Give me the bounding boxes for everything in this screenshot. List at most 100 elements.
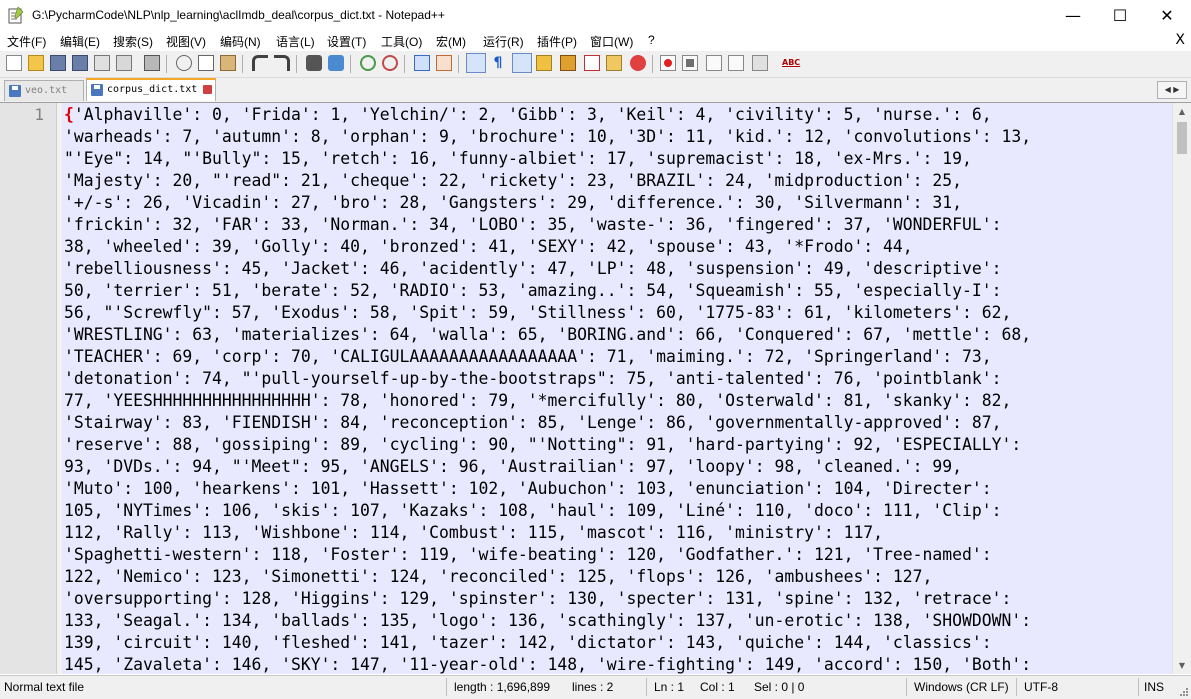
menu-edit[interactable]: 编辑(E) [60,33,100,50]
save-all-icon[interactable] [72,55,88,71]
editor-line[interactable]: 'warheads': 7, 'autumn': 8, 'orphan': 9,… [64,126,1164,148]
editor-line[interactable]: 'Majesty': 20, "'read": 21, 'cheque': 22… [64,170,1164,192]
menu-run[interactable]: 运行(R) [483,33,524,50]
stop-record-icon[interactable] [682,55,698,71]
zoom-in-icon[interactable] [360,55,376,71]
close-button[interactable]: ✕ [1144,0,1190,31]
record-macro-icon[interactable] [660,55,676,71]
status-insert-mode[interactable]: INS [1144,680,1164,694]
editor-line[interactable]: 38, 'wheeled': 39, 'Golly': 40, 'bronzed… [64,236,1164,258]
editor-line[interactable]: 93, 'DVDs.': 94, "'Meet": 95, 'ANGELS': … [64,456,1164,478]
menu-encoding[interactable]: 编码(N) [220,33,261,50]
scroll-down-icon[interactable]: ▼ [1173,657,1191,674]
editor-line[interactable]: 105, 'NYTimes': 106, 'skis': 107, 'Kazak… [64,500,1164,522]
menu-language[interactable]: 语言(L) [276,33,315,50]
editor-line[interactable]: 'detonation': 74, "'pull-yourself-up-by-… [64,368,1164,390]
editor-line[interactable]: 139, 'circuit': 140, 'fleshed': 141, 'ta… [64,632,1164,654]
spell-check-icon[interactable]: ABC [782,55,802,71]
editor-line[interactable]: {'Alphaville': 0, 'Frida': 1, 'Yelchin/'… [64,104,1164,126]
menu-help[interactable]: ? [648,33,655,47]
editor-line[interactable]: 'frickin': 32, 'FAR': 33, 'Norman.': 34,… [64,214,1164,236]
sync-horizontal-icon[interactable] [436,55,452,71]
title-bar: G:\PycharmCode\NLP\nlp_learning\aclImdb_… [0,0,1191,31]
editor-line[interactable]: 'reserve': 88, 'gossiping': 89, 'cycling… [64,434,1164,456]
menu-plugins[interactable]: 插件(P) [537,33,577,50]
status-separator [906,678,907,696]
editor-line[interactable]: 'Spaghetti-western': 118, 'Foster': 119,… [64,544,1164,566]
line-number: 1 [34,105,44,124]
new-file-icon[interactable] [6,55,22,71]
editor-line[interactable]: 77, 'YEESHHHHHHHHHHHHHHHH': 78, 'honored… [64,390,1164,412]
editor-line[interactable]: 'rebelliousness': 45, 'Jacket': 46, 'aci… [64,258,1164,280]
monitoring-icon[interactable] [630,55,646,71]
editor-line[interactable]: 133, 'Seagal.': 134, 'ballads': 135, 'lo… [64,610,1164,632]
undo-icon[interactable] [252,55,268,71]
save-icon[interactable] [50,55,66,71]
editor-text[interactable]: {'Alphaville': 0, 'Frida': 1, 'Yelchin/'… [64,104,1164,674]
doc-map-icon[interactable] [560,55,576,71]
menu-file[interactable]: 文件(F) [7,33,46,50]
status-encoding[interactable]: UTF-8 [1024,680,1058,694]
menu-search[interactable]: 搜索(S) [113,33,153,50]
open-file-icon[interactable] [28,55,44,71]
close-document-icon[interactable]: X [1175,32,1185,48]
menu-settings[interactable]: 设置(T) [327,33,366,50]
cut-icon[interactable] [176,55,192,71]
notepad-app-icon [8,6,24,24]
redo-icon[interactable] [274,55,290,71]
folder-workspace-icon[interactable] [606,55,622,71]
zoom-out-icon[interactable] [382,55,398,71]
minimize-button[interactable]: — [1050,0,1096,31]
editor-line[interactable]: 50, 'terrier': 51, 'berate': 52, 'RADIO'… [64,280,1164,302]
editor-line[interactable]: 56, "'Screwfly": 57, 'Exodus': 58, 'Spit… [64,302,1164,324]
indent-guide-icon[interactable] [512,53,532,73]
line-number-gutter: 1 [0,103,57,674]
close-all-icon[interactable] [116,55,132,71]
editor-line[interactable]: 'Muto': 100, 'hearkens': 101, 'Hassett':… [64,478,1164,500]
tab-close-icon[interactable] [203,85,212,94]
vertical-scrollbar[interactable]: ▲ ▼ [1172,103,1191,674]
status-separator [1016,678,1017,696]
brace-highlight: { [64,105,74,124]
copy-icon[interactable] [198,55,214,71]
sync-vertical-icon[interactable] [414,55,430,71]
editor-line[interactable]: "'Eye": 14, "'Bully": 15, 'retch': 16, '… [64,148,1164,170]
replace-icon[interactable] [328,55,344,71]
run-macro-multiple-icon[interactable] [728,55,744,71]
user-language-icon[interactable] [536,55,552,71]
editor-line[interactable]: 'oversupporting': 128, 'Higgins': 129, '… [64,588,1164,610]
editor-line[interactable]: 112, 'Rally': 113, 'Wishbone': 114, 'Com… [64,522,1164,544]
paste-icon[interactable] [220,55,236,71]
menu-window[interactable]: 窗口(W) [590,33,633,50]
scrollbar-thumb[interactable] [1177,122,1187,154]
editor-line[interactable]: 'Stairway': 83, 'FIENDISH': 84, 'reconce… [64,412,1164,434]
tab-bar: veo.txt corpus_dict.txt ◀ ▶ [0,78,1191,103]
scroll-up-icon[interactable]: ▲ [1173,103,1191,120]
editor-line[interactable]: 'WRESTLING': 63, 'materializes': 64, 'wa… [64,324,1164,346]
tab-corpus-dict-txt[interactable]: corpus_dict.txt [86,78,216,101]
status-eol[interactable]: Windows (CR LF) [914,680,1009,694]
editor-area[interactable]: 1 {'Alphaville': 0, 'Frida': 1, 'Yelchin… [0,103,1191,674]
find-icon[interactable] [306,55,322,71]
print-icon[interactable] [144,55,160,71]
word-wrap-icon[interactable] [466,53,486,73]
maximize-icon: ☐ [1112,6,1128,25]
resize-grip-icon[interactable] [1179,687,1189,697]
show-all-chars-icon[interactable]: ¶ [490,55,506,71]
tab-scroll-arrows[interactable]: ◀ ▶ [1157,81,1187,99]
function-list-icon[interactable] [584,55,600,71]
status-sel: Sel : 0 | 0 [754,680,805,694]
play-macro-icon[interactable] [706,55,722,71]
editor-line[interactable]: 'TEACHER': 69, 'corp': 70, 'CALIGULAAAAA… [64,346,1164,368]
menu-tools[interactable]: 工具(O) [381,33,422,50]
fold-margin[interactable] [57,103,62,674]
maximize-button[interactable]: ☐ [1097,0,1143,31]
editor-line[interactable]: '+/-s': 26, 'Vicadin': 27, 'bro': 28, 'G… [64,192,1164,214]
editor-line[interactable]: 122, 'Nemico': 123, 'Simonetti': 124, 'r… [64,566,1164,588]
menu-view[interactable]: 视图(V) [166,33,206,50]
editor-line[interactable]: 145, 'Zavaleta': 146, 'SKY': 147, '11-ye… [64,654,1164,674]
save-macro-icon[interactable] [752,55,768,71]
close-icon[interactable] [94,55,110,71]
menu-macro[interactable]: 宏(M) [436,33,466,50]
tab-veo-txt[interactable]: veo.txt [4,80,84,101]
